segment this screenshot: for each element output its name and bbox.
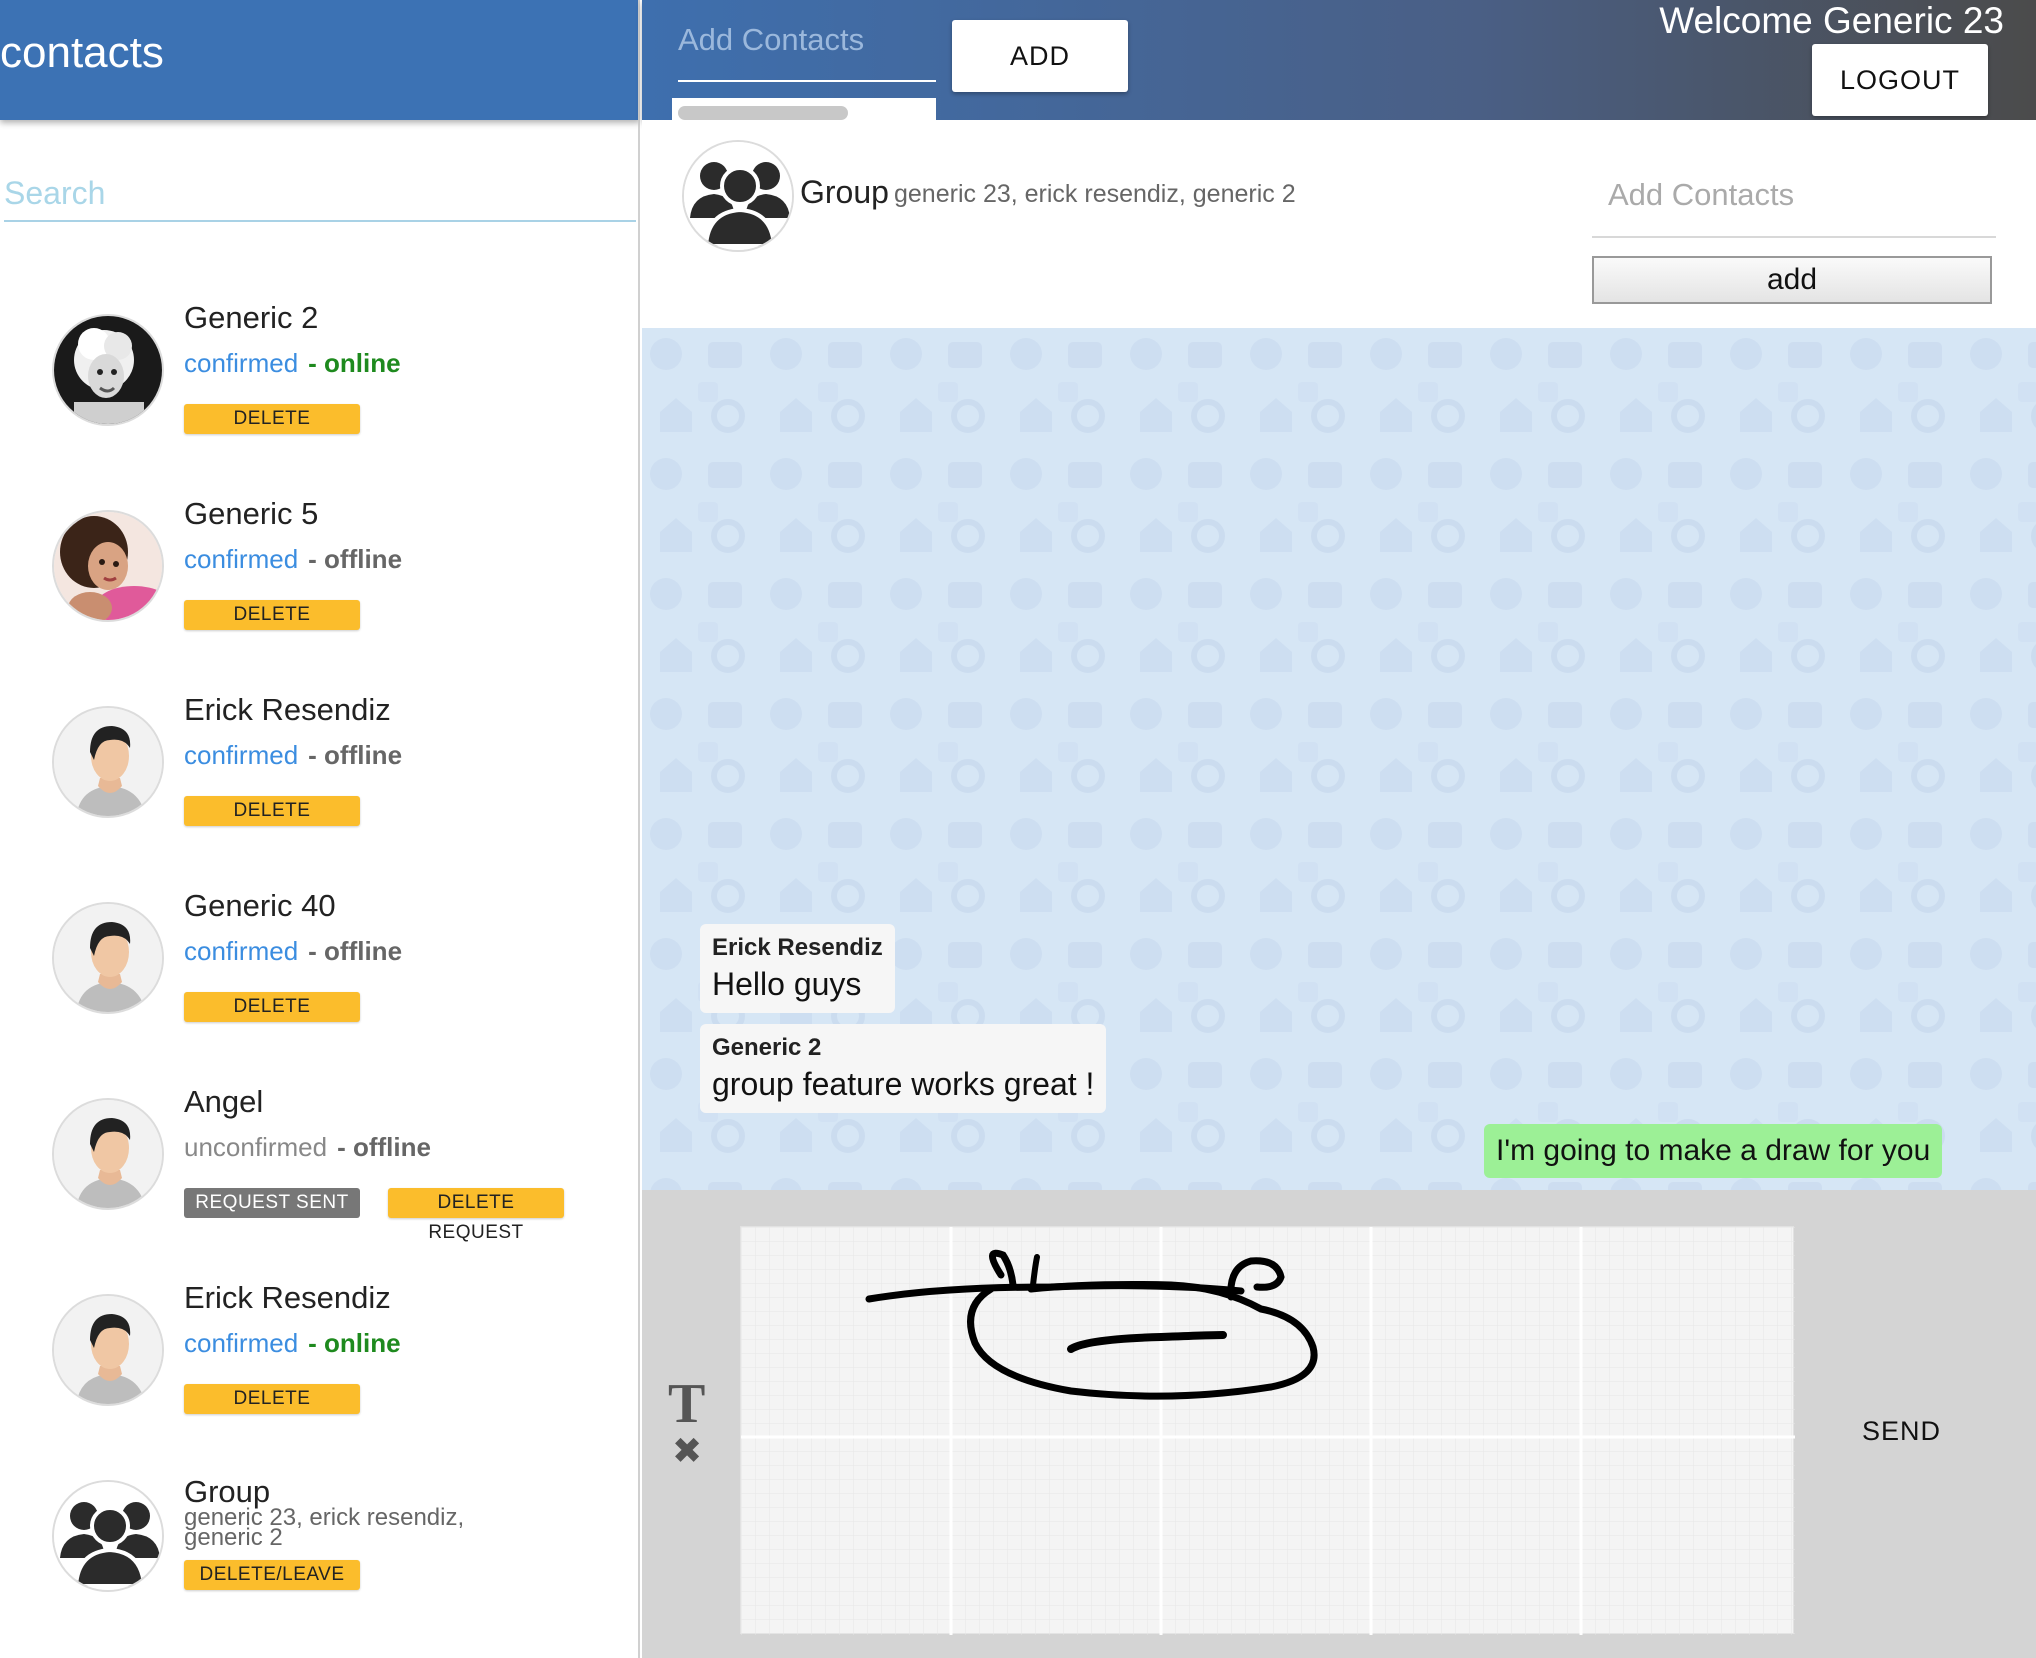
contact-item[interactable]: Generic 2 confirmed - online DELETE <box>0 290 638 480</box>
avatar <box>52 510 164 622</box>
contact-status: confirmed - online <box>184 348 401 379</box>
text-mode-icon[interactable]: T <box>668 1372 705 1436</box>
delete-button[interactable]: DELETE <box>184 992 360 1022</box>
group-icon <box>684 142 792 250</box>
dropdown-scrollbar[interactable] <box>678 106 848 120</box>
avatar <box>52 1294 164 1406</box>
default-user-icon <box>54 904 162 1012</box>
contact-item[interactable]: Generic 5 confirmed - offline DELETE <box>0 486 638 676</box>
contact-status: confirmed - offline <box>184 740 402 771</box>
delete-leave-button[interactable]: DELETE/LEAVE <box>184 1560 360 1590</box>
message-bubble: Erick Resendiz Hello guys <box>700 924 895 1013</box>
avatar <box>52 314 164 426</box>
avatar <box>52 1098 164 1210</box>
group-members-line: generic 2 <box>184 1524 283 1551</box>
confirmation-status: confirmed <box>184 936 299 966</box>
avatar <box>52 902 164 1014</box>
message-bubble: Generic 2 group feature works great ! <box>700 1024 1107 1113</box>
delete-button[interactable]: DELETE <box>184 404 360 434</box>
woman-bw-photo-icon <box>54 316 162 424</box>
message-author: Erick Resendiz <box>712 934 883 961</box>
own-message-bubble: I'm going to make a draw for you <box>1484 1124 1943 1178</box>
woman-color-photo-icon <box>54 512 162 620</box>
contacts-sidebar: contacts Generic 2 <box>0 0 640 1658</box>
send-button[interactable]: SEND <box>1862 1416 1941 1447</box>
chat-header: Group generic 23, erick resendiz, generi… <box>642 120 2036 328</box>
confirmation-status: confirmed <box>184 348 299 378</box>
group-add-button[interactable]: add <box>1592 256 1992 304</box>
presence-status: - online <box>308 1328 401 1358</box>
add-contact-button[interactable]: ADD <box>952 20 1128 92</box>
messages-area[interactable]: Erick Resendiz Hello guys Generic 2 grou… <box>642 328 2036 1190</box>
add-contacts-field <box>678 10 936 82</box>
presence-status: - offline <box>308 740 403 770</box>
contact-item[interactable]: Erick Resendiz confirmed - offline DELETE <box>0 682 638 872</box>
group-members: generic 23, erick resendiz, generic 2 <box>184 1506 504 1551</box>
chat-members: generic 23, erick resendiz, generic 2 <box>894 180 1296 208</box>
confirmation-status: unconfirmed <box>184 1132 328 1162</box>
search-input[interactable] <box>4 166 636 220</box>
delete-button[interactable]: DELETE <box>184 600 360 630</box>
delete-button[interactable]: DELETE <box>184 796 360 826</box>
contact-name: Generic 40 <box>184 888 336 923</box>
contact-item[interactable]: Generic 40 confirmed - offline DELETE <box>0 878 638 1068</box>
contact-name: Generic 2 <box>184 300 319 335</box>
group-icon <box>54 1482 162 1590</box>
contact-item-group[interactable]: Group generic 23, erick resendiz, generi… <box>0 1460 638 1650</box>
contact-name: Generic 5 <box>184 496 319 531</box>
avatar <box>52 706 164 818</box>
group-add-contacts-field <box>1592 160 1996 238</box>
chat-title: Group <box>800 174 889 210</box>
default-user-icon <box>54 1100 162 1208</box>
delete-request-button[interactable]: DELETE REQUEST <box>388 1188 564 1243</box>
request-sent-button[interactable]: REQUEST SENT <box>184 1188 360 1218</box>
drawing-composer: T ✖ SEND <box>642 1190 2036 1658</box>
message-text: group feature works great ! <box>712 1066 1095 1102</box>
chat-avatar <box>682 140 794 252</box>
presence-status: - offline <box>308 936 403 966</box>
clear-drawing-icon[interactable]: ✖ <box>672 1430 702 1472</box>
sidebar-title: contacts <box>0 28 164 77</box>
confirmation-status: confirmed <box>184 740 299 770</box>
contact-status: confirmed - online <box>184 1328 401 1359</box>
presence-status: - offline <box>308 544 403 574</box>
chat-app: contacts Generic 2 <box>0 0 2036 1658</box>
add-contacts-input[interactable] <box>678 10 936 70</box>
contact-name: Erick Resendiz <box>184 692 391 727</box>
contact-name: Angel <box>184 1084 264 1119</box>
presence-status: - offline <box>337 1132 431 1162</box>
contact-item[interactable]: Angel unconfirmed - offline REQUEST SENT … <box>0 1074 638 1264</box>
message-author: Generic 2 <box>712 1034 822 1061</box>
group-add-contacts-input[interactable] <box>1592 160 1996 230</box>
delete-button[interactable]: DELETE <box>184 1384 360 1414</box>
avatar <box>52 1480 164 1592</box>
drawing-canvas[interactable] <box>740 1226 1795 1635</box>
contact-name: Erick Resendiz <box>184 1280 391 1315</box>
contact-item[interactable]: Erick Resendiz confirmed - online DELETE <box>0 1270 638 1460</box>
default-user-icon <box>54 1296 162 1404</box>
search-field <box>4 166 636 222</box>
message-text: Hello guys <box>712 966 862 1002</box>
sidebar-header: contacts <box>0 0 638 120</box>
confirmation-status: confirmed <box>184 544 299 574</box>
drawing-sketch <box>741 1227 1795 1635</box>
default-user-icon <box>54 708 162 816</box>
contact-status: confirmed - offline <box>184 544 402 575</box>
welcome-text: Welcome Generic 23 <box>1659 0 2004 41</box>
logout-button[interactable]: LOGOUT <box>1812 44 1988 116</box>
contact-status: unconfirmed - offline <box>184 1132 431 1163</box>
presence-status: - online <box>308 348 401 378</box>
confirmation-status: confirmed <box>184 1328 299 1358</box>
contact-status: confirmed - offline <box>184 936 402 967</box>
